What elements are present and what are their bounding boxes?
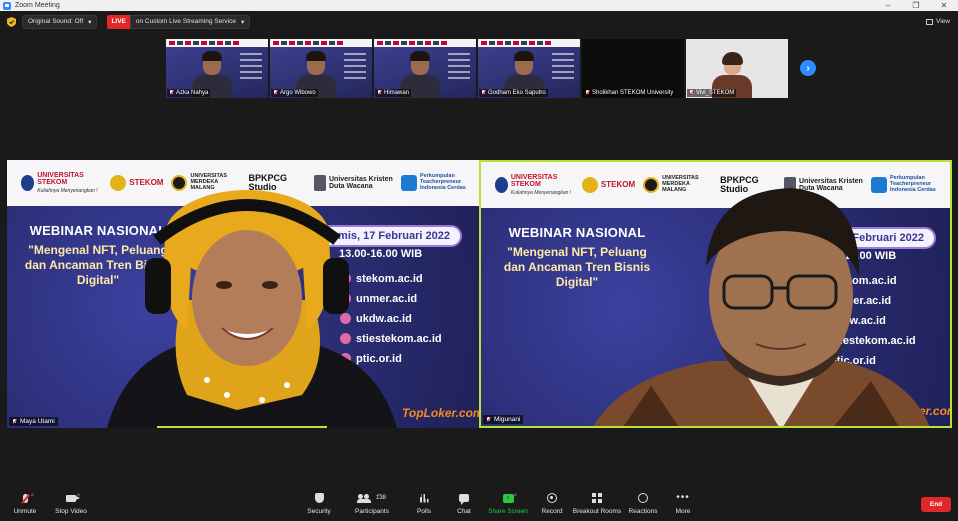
end-meeting-button[interactable]: End	[921, 497, 951, 512]
participant-name-tag: Sholikhan STEKOM University	[583, 89, 676, 97]
chevron-up-icon[interactable]: ^	[514, 494, 517, 500]
next-page-arrow-icon[interactable]: ›	[800, 60, 816, 76]
meeting-toolbar: Unmute ^ Stop Video ^ Security 138 Parti…	[0, 488, 958, 521]
participant-thumbnail-strip: Azka Nahya Argo Wibowo Himawan Godham Ek…	[166, 39, 788, 98]
active-speaker-indicator	[157, 426, 327, 428]
speaker-video-migunani	[593, 188, 930, 426]
chevron-down-icon: ▾	[240, 18, 245, 26]
security-button[interactable]: Security	[291, 492, 347, 515]
share-screen-arrow-icon: ↑	[502, 493, 514, 503]
speaker-name-tag: Maya Utami	[9, 417, 58, 426]
participant-name-tag: Vivi_STEKOM	[687, 89, 737, 97]
participant-thumbnail[interactable]: Godham Eko Saputro	[478, 39, 580, 98]
polls-chart-icon	[419, 493, 429, 503]
mic-muted-icon	[12, 418, 17, 425]
breakout-rooms-icon	[592, 493, 602, 503]
participant-name-tag: Argo Wibowo	[271, 89, 318, 97]
participant-name-tag: Godham Eko Saputro	[479, 89, 548, 97]
slide-sponsor: TopLoker.com	[402, 406, 480, 420]
window-titlebar: Zoom Meeting – ❐ ✕	[0, 0, 958, 11]
mic-muted-icon	[481, 90, 486, 96]
chevron-down-icon: ▾	[88, 18, 92, 26]
microphone-muted-icon	[22, 493, 28, 503]
chevron-up-icon[interactable]: ^	[31, 494, 34, 500]
record-icon	[547, 493, 557, 503]
logo-ptic: Perkumpulan Teacherpreneur Indonesia Cer…	[401, 173, 480, 191]
participant-thumbnail[interactable]: Vivi_STEKOM	[686, 39, 788, 98]
speaker-tile[interactable]: UNIVERSITAS STEKOM Kuliahnya Menyenangkan…	[7, 160, 480, 428]
speaker-tile-active[interactable]: UNIVERSITAS STEKOM Kuliahnya Menyenangkan…	[479, 160, 952, 428]
ellipsis-icon: •••	[676, 492, 690, 503]
mic-muted-icon	[585, 90, 590, 96]
stop-video-button[interactable]: Stop Video ^	[43, 492, 99, 515]
close-icon[interactable]: ✕	[930, 1, 958, 10]
original-sound-button[interactable]: Original Sound: Off ▾	[22, 14, 98, 29]
meeting-info-shield-icon[interactable]	[7, 16, 16, 27]
video-camera-icon	[66, 494, 80, 502]
window-title: Zoom Meeting	[15, 2, 60, 9]
chevron-up-icon[interactable]: ^	[378, 494, 381, 500]
maximize-icon[interactable]: ❐	[902, 1, 930, 10]
chevron-up-icon[interactable]: ^	[77, 494, 80, 500]
more-button[interactable]: ••• More	[655, 492, 711, 516]
participant-thumbnail[interactable]: Sholikhan STEKOM University	[582, 39, 684, 98]
logo-stekom-university: UNIVERSITAS STEKOM Kuliahnya Menyenangkan…	[495, 174, 574, 196]
participant-thumbnail[interactable]: Azka Nahya	[166, 39, 268, 98]
participant-name-tag: Himawan	[375, 89, 412, 97]
mic-muted-icon	[377, 90, 382, 96]
live-streaming-button[interactable]: on Custom Live Streaming Service ▾	[129, 14, 251, 29]
participant-thumbnail[interactable]: Himawan	[374, 39, 476, 98]
chat-bubble-icon	[459, 494, 469, 505]
minimize-icon[interactable]: –	[874, 1, 902, 10]
mic-muted-icon	[689, 90, 694, 96]
view-grid-icon	[926, 18, 934, 25]
participants-button[interactable]: 138 Participants ^	[344, 492, 400, 515]
zoom-app-icon	[3, 1, 11, 10]
mic-muted-icon	[169, 90, 174, 96]
speaker-video-maya	[107, 190, 397, 428]
mic-muted-icon	[273, 90, 278, 96]
original-sound-label: Original Sound: Off	[28, 18, 84, 25]
live-badge: LIVE	[107, 14, 130, 29]
speaker-name-tag: Migunani	[483, 415, 524, 424]
view-label: View	[936, 18, 950, 25]
live-streaming-label: on Custom Live Streaming Service	[135, 18, 236, 25]
shield-icon	[314, 493, 324, 503]
window-controls: – ❐ ✕	[874, 1, 958, 10]
participant-name-tag: Azka Nahya	[167, 89, 211, 97]
participants-icon	[356, 493, 371, 503]
meeting-topbar: Original Sound: Off ▾ LIVE on Custom Liv…	[0, 11, 958, 32]
mic-muted-icon	[486, 416, 491, 423]
smiley-plus-icon	[638, 493, 648, 503]
participant-thumbnail[interactable]: Argo Wibowo	[270, 39, 372, 98]
view-button[interactable]: View	[926, 18, 950, 25]
